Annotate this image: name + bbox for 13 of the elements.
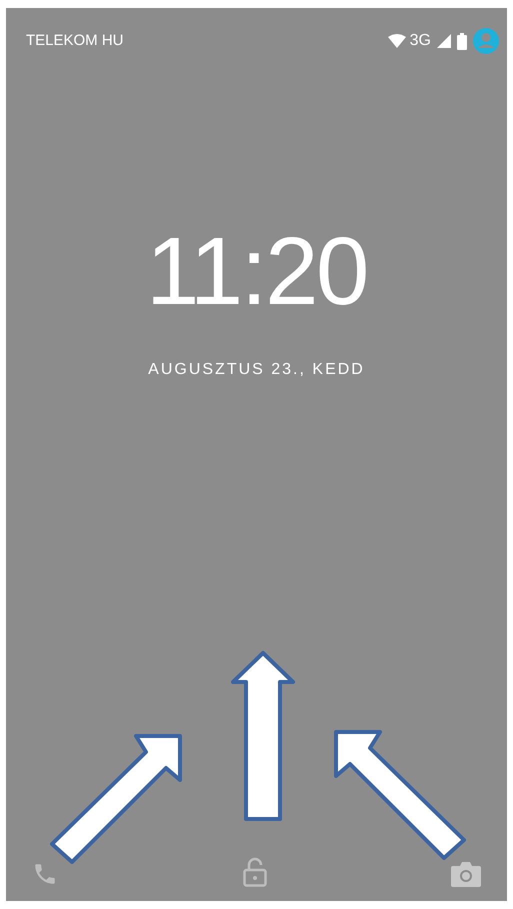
signal-icon [437,34,451,48]
up-arrow-icon [230,650,296,822]
unlock-icon[interactable] [242,857,266,887]
network-type: 3G [410,31,431,51]
battery-icon [457,32,467,50]
clock-date: AUGUSZTUS 23., KEDD [148,360,365,380]
diagonal-arrow-icon [332,728,468,862]
clock-time: 11:20 [146,224,368,320]
carrier-name: TELEKOM HU [26,30,124,51]
camera-icon[interactable] [451,861,481,887]
diagonal-arrow-icon [48,732,184,866]
wifi-icon [388,34,406,48]
user-avatar-icon [473,28,499,54]
